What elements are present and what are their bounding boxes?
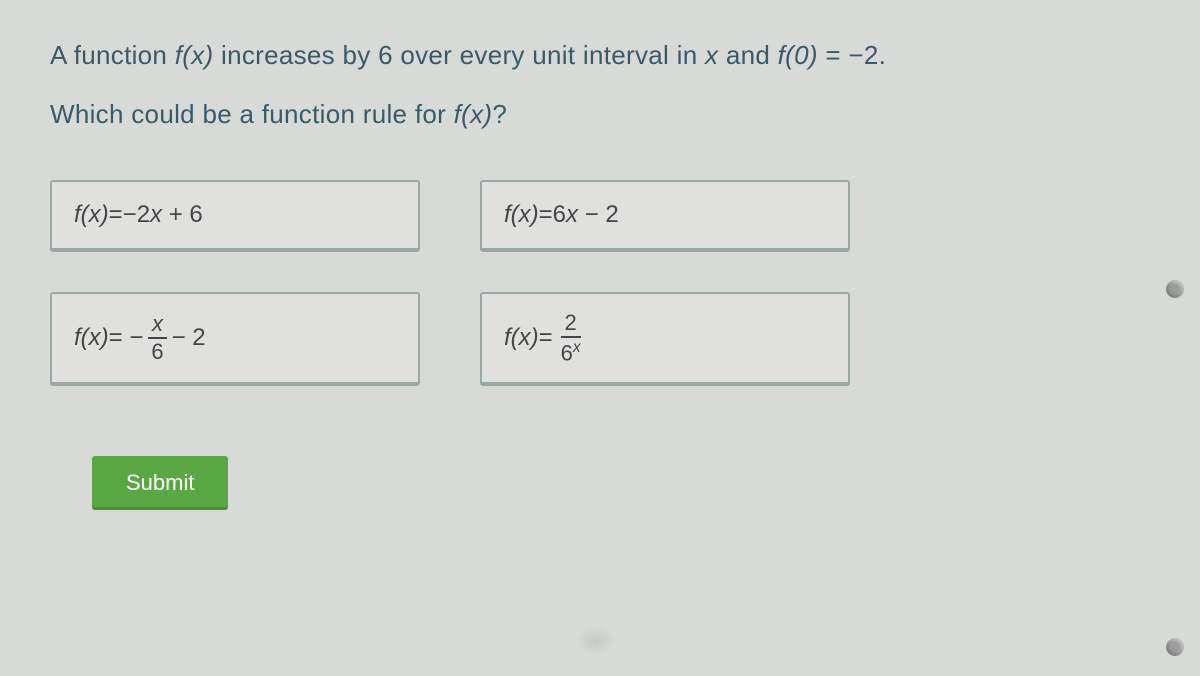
x-var: x [705, 40, 718, 70]
denominator: 6 [147, 339, 167, 363]
option-rhs: 6x − 2 [553, 201, 619, 229]
submit-button[interactable]: Submit [92, 456, 228, 510]
text: Which could be a function rule for [50, 99, 454, 129]
question-line-1: A function f(x) increases by 6 over ever… [50, 40, 1150, 71]
denominator: 6x [557, 338, 585, 364]
option-lhs: f(x) [74, 201, 109, 229]
question-line-2: Which could be a function rule for f(x)? [50, 99, 1150, 130]
text: ? [492, 99, 507, 129]
numerator: 2 [561, 312, 581, 338]
numerator: x [148, 313, 167, 339]
option-lhs: f(x) [504, 201, 539, 229]
text: and [718, 40, 777, 70]
option-lhs: f(x) [74, 324, 109, 352]
options-grid: f(x) = −2x + 6 f(x) = 6x − 2 f(x) = −x6 … [50, 180, 1150, 386]
equals: = [109, 201, 123, 229]
option-rhs: −2x + 6 [123, 201, 203, 229]
fx-notation: f(x) [454, 99, 493, 129]
text: A function [50, 40, 175, 70]
text: increases by 6 over every unit interval … [213, 40, 705, 70]
option-d[interactable]: f(x) = 26x [480, 292, 850, 386]
tail: − 2 [172, 324, 206, 352]
equals: = [539, 201, 553, 229]
fraction: x6 [147, 313, 167, 363]
equals: = [539, 324, 553, 352]
option-b[interactable]: f(x) = 6x − 2 [480, 180, 850, 252]
nav-dot-icon[interactable] [1166, 280, 1184, 298]
f0-notation: f(0) [778, 40, 818, 70]
fx-notation: f(x) [175, 40, 214, 70]
option-c[interactable]: f(x) = −x6 − 2 [50, 292, 420, 386]
text: = −2. [818, 40, 886, 70]
screen-smudge [576, 626, 616, 656]
equals: = − [109, 324, 144, 352]
nav-dot-icon[interactable] [1166, 638, 1184, 656]
fraction: 26x [557, 312, 585, 364]
option-a[interactable]: f(x) = −2x + 6 [50, 180, 420, 252]
option-lhs: f(x) [504, 324, 539, 352]
